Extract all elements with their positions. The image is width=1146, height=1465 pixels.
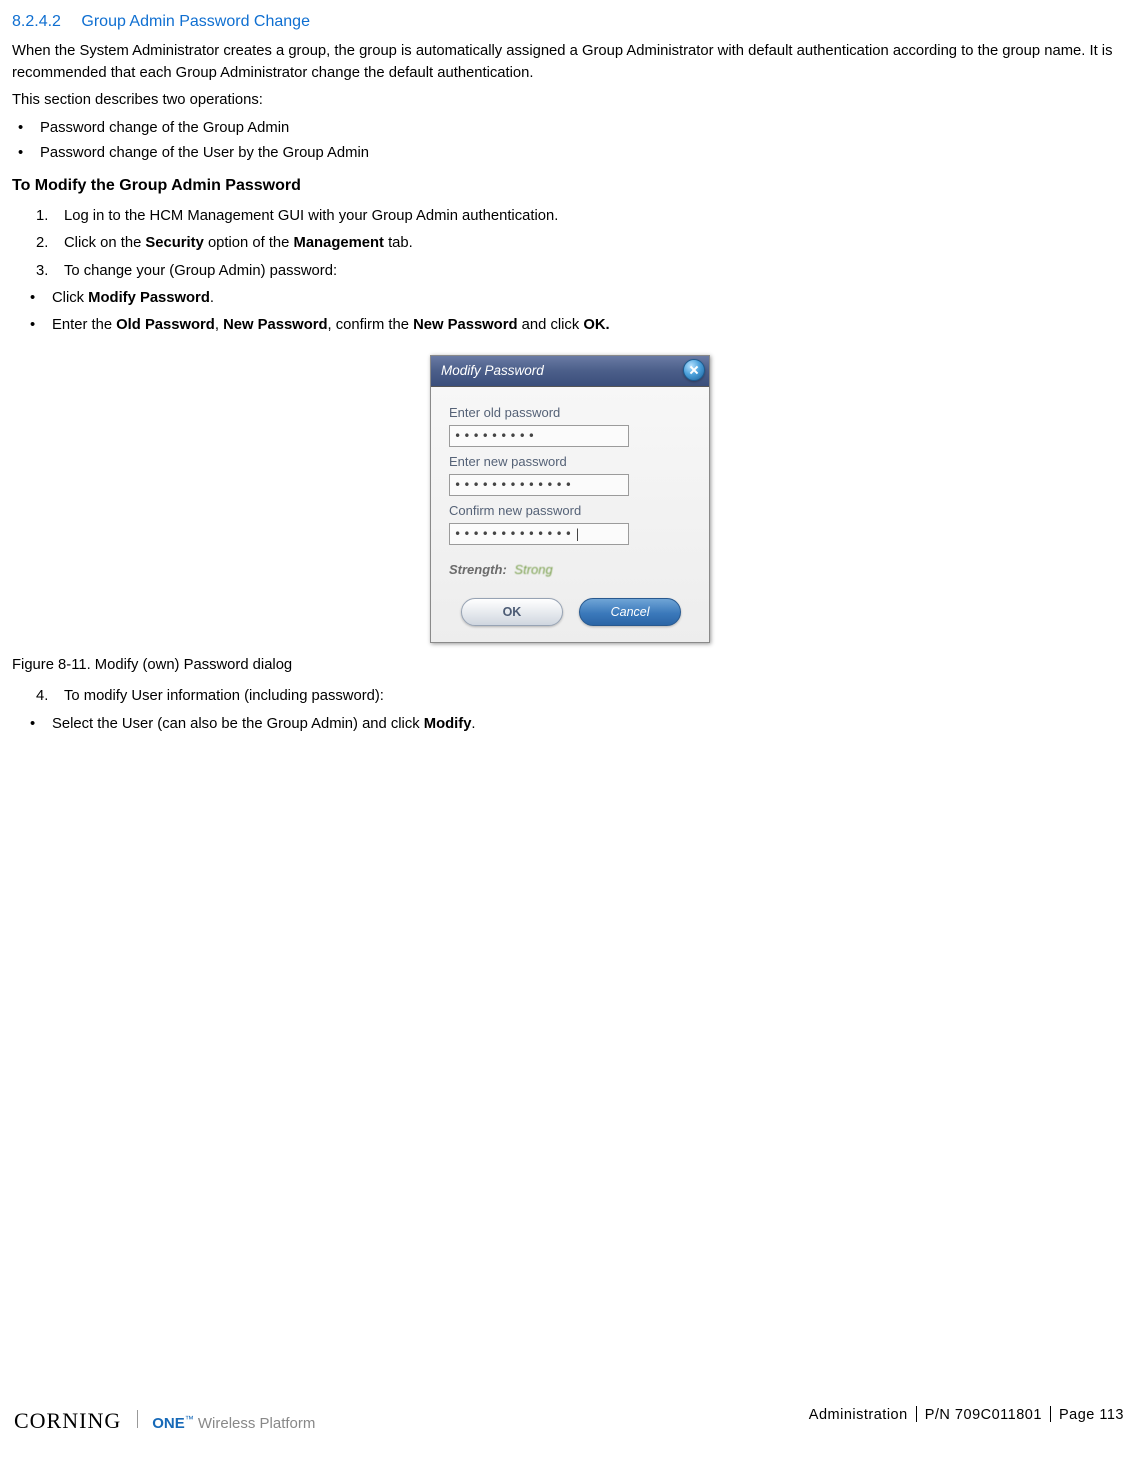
figure-caption: Figure 8-11. Modify (own) Password dialo… [12, 655, 1128, 676]
step-item: 3.To change your (Group Admin) password: [36, 261, 1128, 282]
steps-list: 1.Log in to the HCM Management GUI with … [36, 206, 1128, 282]
step-item: 1.Log in to the HCM Management GUI with … [36, 206, 1128, 227]
footer-pn: P/N 709C011801 [925, 1407, 1042, 1423]
section-heading: 8.2.4.2 Group Admin Password Change [12, 10, 1128, 33]
brand-one: ONE™ [152, 1415, 194, 1432]
desc-paragraph: This section describes two operations: [12, 90, 1128, 111]
footer-meta: Administration P/N 709C011801 Page 113 [809, 1405, 1124, 1426]
strength-row: Strength: Strong [449, 561, 693, 580]
brand-tag: Wireless Platform [198, 1415, 316, 1432]
old-password-label: Enter old password [449, 404, 693, 423]
page-footer: CORNING ONE™ Wireless Platform Administr… [0, 1405, 1146, 1437]
dialog-title: Modify Password [441, 363, 544, 378]
dialog-footer: OK Cancel [449, 598, 693, 630]
confirm-password-label: Confirm new password [449, 502, 693, 521]
step-text: To modify User information (including pa… [64, 688, 384, 704]
intro-paragraph: When the System Administrator creates a … [12, 41, 1128, 84]
modify-password-dialog: Modify Password Enter old password •••••… [430, 355, 710, 643]
old-password-input[interactable]: ••••••••• [449, 425, 629, 447]
dialog-titlebar: Modify Password [431, 356, 709, 388]
strength-label: Strength: [449, 562, 507, 577]
close-icon[interactable] [683, 359, 705, 381]
confirm-password-input[interactable]: •••••••••••••| [449, 523, 629, 545]
footer-divider [1050, 1406, 1051, 1422]
strength-value: Strong [514, 562, 552, 577]
sub-bullet-item: Click Modify Password. [24, 288, 1128, 309]
footer-divider [916, 1406, 917, 1422]
footer-page: Page 113 [1059, 1407, 1124, 1423]
sub-bullet-list: Click Modify Password. Enter the Old Pas… [24, 288, 1128, 337]
section-title: Group Admin Password Change [81, 13, 310, 30]
sub-heading: To Modify the Group Admin Password [12, 174, 1128, 197]
sub-bullet-item: Select the User (can also be the Group A… [24, 714, 1128, 735]
footer-brand: CORNING ONE™ Wireless Platform [14, 1405, 315, 1437]
brand-corning: CORNING [14, 1405, 121, 1437]
new-password-label: Enter new password [449, 453, 693, 472]
step-text: Click on the Security option of the Mana… [64, 235, 413, 251]
ok-button[interactable]: OK [461, 598, 563, 626]
sub-bullet-item: Enter the Old Password, New Password, co… [24, 315, 1128, 336]
operations-list: Password change of the Group Admin Passw… [12, 118, 1128, 165]
new-password-input[interactable]: ••••••••••••• [449, 474, 629, 496]
footer-section: Administration [809, 1407, 908, 1423]
sub-bullet-list-2: Select the User (can also be the Group A… [24, 714, 1128, 735]
operation-item: Password change of the Group Admin [12, 118, 1128, 139]
dialog-body: Enter old password ••••••••• Enter new p… [431, 387, 709, 642]
brand-divider [137, 1410, 138, 1428]
step-item: 2. Click on the Security option of the M… [36, 233, 1128, 254]
step-text: Log in to the HCM Management GUI with yo… [64, 208, 558, 224]
operation-item: Password change of the User by the Group… [12, 143, 1128, 164]
cancel-button[interactable]: Cancel [579, 598, 681, 626]
brand-one-group: ONE™ Wireless Platform [152, 1413, 315, 1435]
steps-list-continued: 4.To modify User information (including … [36, 686, 1128, 707]
dialog-screenshot: Modify Password Enter old password •••••… [12, 355, 1128, 643]
step-item: 4.To modify User information (including … [36, 686, 1128, 707]
section-number: 8.2.4.2 [12, 10, 61, 33]
step-text: To change your (Group Admin) password: [64, 263, 337, 279]
